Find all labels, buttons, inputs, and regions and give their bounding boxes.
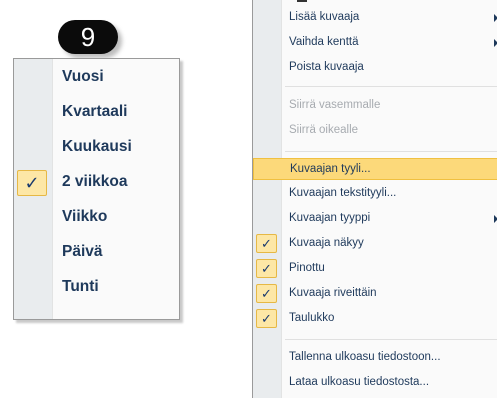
menu-item-tunti[interactable]: Tunti — [14, 275, 179, 303]
checkmark-icon: ✓ — [256, 259, 277, 278]
checkmark-icon: ✓ — [17, 170, 47, 196]
menu-item-label: Tunti — [62, 278, 99, 295]
menu-item-kvartaali[interactable]: Kvartaali — [14, 100, 179, 128]
menu-item-kuukausi[interactable]: Kuukausi — [14, 135, 179, 163]
menu-item-label: Kuvaajan tekstityyli... — [289, 187, 397, 199]
menu-item-kuvaajan-tekstityyli[interactable]: Kuvaajan tekstityyli... — [253, 183, 497, 205]
menu-item-kuvaajan-tyyppi[interactable]: Kuvaajan tyyppi — [253, 208, 497, 230]
menu-item-poista-kuvaaja[interactable]: Poista kuvaaja — [253, 57, 497, 79]
menu-separator — [285, 339, 497, 340]
menu-separator — [285, 86, 497, 87]
menu-item-paiva[interactable]: Päivä — [14, 240, 179, 268]
menu-item-label: Kuvaajan tyyli... — [290, 163, 371, 175]
menu-item-label: Taulukko — [289, 312, 335, 324]
menu-item-label: Vaihda kenttä — [289, 36, 359, 48]
checkmark-icon: ✓ — [256, 309, 277, 328]
menu-item-label: Siirrä oikealle — [289, 124, 359, 136]
menu-item-2-viikkoa[interactable]: ✓ 2 viikkoa — [14, 170, 179, 198]
menu-item-label: Lisää kuvaaja — [289, 11, 360, 23]
menu-item-taulukko[interactable]: ✓ Taulukko — [253, 308, 497, 330]
menu-top-edge — [297, 0, 307, 2]
menu-item-viikko[interactable]: Viikko — [14, 205, 179, 233]
menu-item-label: Kuvaajan tyyppi — [289, 212, 371, 224]
menu-item-lataa-ulkoasu[interactable]: Lataa ulkoasu tiedostosta... — [253, 372, 497, 394]
menu-item-label: Siirrä vasemmalle — [289, 99, 381, 111]
menu-item-kuvaaja-riveittain[interactable]: ✓ Kuvaaja riveittäin — [253, 283, 497, 305]
menu-item-siirra-oikealle[interactable]: Siirrä oikealle — [253, 120, 497, 142]
menu-item-vuosi[interactable]: Vuosi — [14, 65, 179, 93]
menu-item-label: Päivä — [62, 243, 103, 260]
menu-item-pinottu[interactable]: ✓ Pinottu — [253, 258, 497, 280]
menu-item-lisaa-kuvaaja[interactable]: Lisää kuvaaja — [253, 7, 497, 29]
menu-item-vaihda-kentta[interactable]: Vaihda kenttä — [253, 32, 497, 54]
menu-item-kuvaaja-nakyy[interactable]: ✓ Kuvaaja näkyy — [253, 233, 497, 255]
menu-item-label: Kuvaaja riveittäin — [289, 287, 377, 299]
menu-item-label: Kvartaali — [62, 103, 128, 120]
checkmark-icon: ✓ — [256, 284, 277, 303]
step-number-badge: 9 — [58, 20, 118, 54]
checkmark-icon: ✓ — [256, 234, 277, 253]
menu-item-label: Viikko — [62, 208, 108, 225]
menu-item-label: Vuosi — [62, 68, 104, 85]
menu-item-label: Tallenna ulkoasu tiedostoon... — [289, 351, 441, 363]
menu-item-label: Kuvaaja näkyy — [289, 237, 364, 249]
menu-item-tallenna-ulkoasu[interactable]: Tallenna ulkoasu tiedostoon... — [253, 347, 497, 369]
interval-menu: Vuosi Kvartaali Kuukausi ✓ 2 viikkoa Vii… — [13, 58, 180, 320]
chart-context-menu: Lisää kuvaaja Vaihda kenttä Poista kuvaa… — [252, 0, 497, 398]
menu-item-label: Poista kuvaaja — [289, 61, 364, 73]
menu-separator — [285, 151, 497, 152]
menu-item-label: Pinottu — [289, 262, 325, 274]
menu-item-label: Lataa ulkoasu tiedostosta... — [289, 376, 430, 388]
menu-item-kuvaajan-tyyli[interactable]: Kuvaajan tyyli... — [253, 158, 497, 180]
menu-item-label: Kuukausi — [62, 138, 132, 155]
menu-item-siirra-vasemmalle[interactable]: Siirrä vasemmalle — [253, 95, 497, 117]
menu-item-label: 2 viikkoa — [62, 173, 128, 190]
